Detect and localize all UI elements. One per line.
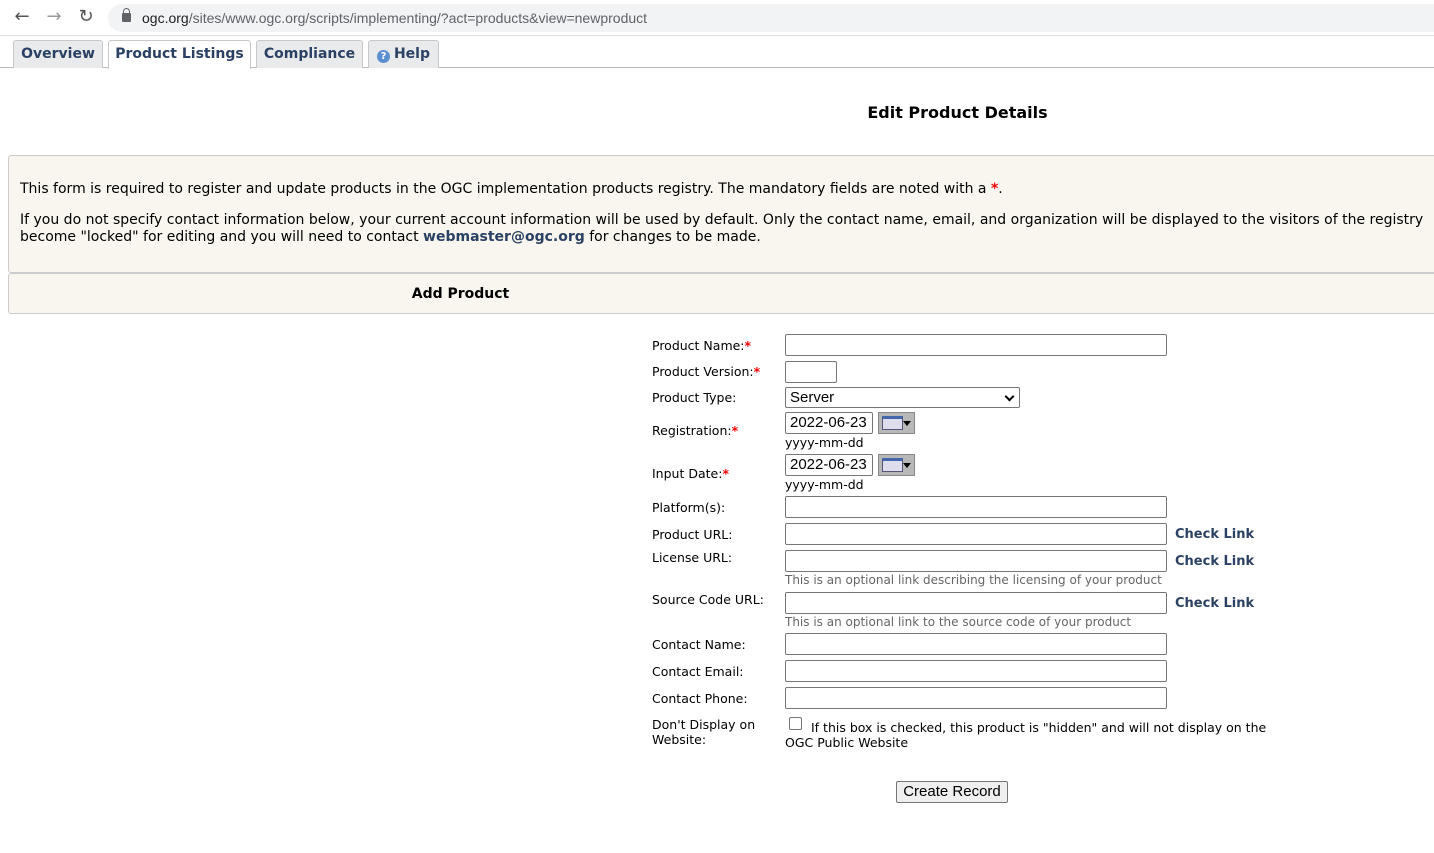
help-icon: ? (376, 50, 390, 63)
dont-display-label: Don't Display on Website: (652, 717, 756, 747)
tab-help[interactable]: ? Help (368, 40, 439, 68)
product-version-input[interactable] (785, 361, 837, 383)
lock-icon (122, 8, 131, 22)
product-type-select[interactable]: Server (785, 387, 1020, 408)
contact-phone-input[interactable] (785, 687, 1167, 709)
contact-name-input[interactable] (785, 633, 1167, 655)
check-link-product-url[interactable]: Check Link (1175, 527, 1254, 542)
tab-product-listings[interactable]: Product Listings (108, 40, 251, 69)
registration-format-hint: yyyy-mm-dd (785, 435, 864, 450)
calendar-icon[interactable] (878, 454, 915, 476)
info-text: This form is required to register and up… (20, 181, 991, 197)
create-record-button[interactable]: Create Record (896, 781, 1008, 803)
source-code-url-label: Source Code URL: (652, 592, 764, 607)
url-path: /sites/www.ogc.org/scripts/implementing/… (188, 10, 648, 26)
url-host: ogc.org (142, 10, 189, 26)
webmaster-email-link[interactable]: webmaster@ogc.org (423, 229, 585, 245)
input-date-label: Input Date:* (652, 466, 729, 481)
source-code-url-hint: This is an optional link to the source c… (785, 615, 1132, 629)
tab-compliance[interactable]: Compliance (256, 40, 363, 68)
contact-phone-label: Contact Phone: (652, 691, 748, 706)
input-date-input[interactable]: 2022-06-23 (785, 454, 873, 476)
reload-icon[interactable]: ↻ (76, 7, 96, 27)
contact-email-input[interactable] (785, 660, 1167, 682)
forward-icon[interactable]: → (44, 7, 64, 27)
product-url-input[interactable] (785, 523, 1167, 545)
info-panel: This form is required to register and up… (8, 155, 1434, 273)
input-date-format-hint: yyyy-mm-dd (785, 477, 864, 492)
license-url-hint: This is an optional link describing the … (785, 573, 1162, 587)
address-bar[interactable]: ogc.org/sites/www.ogc.org/scripts/implem… (108, 4, 1434, 32)
info-line-2: If you do not specify contact informatio… (20, 212, 1424, 228)
tab-overview[interactable]: Overview (13, 40, 103, 68)
info-text-end: . (998, 181, 1003, 197)
license-url-label: License URL: (652, 550, 733, 565)
calendar-icon[interactable] (878, 412, 915, 434)
registration-label: Registration:* (652, 423, 739, 438)
info-text: for changes to be made. (584, 229, 761, 245)
page-title: Edit Product Details (867, 103, 1048, 122)
tab-help-label: Help (393, 46, 431, 62)
product-url-label: Product URL: (652, 527, 733, 542)
product-version-label: Product Version:* (652, 364, 761, 379)
contact-email-label: Contact Email: (652, 664, 744, 679)
product-type-label: Product Type: (652, 390, 737, 405)
registration-date-input[interactable]: 2022-06-23 (785, 412, 873, 434)
browser-toolbar: ← → ↻ ogc.org/sites/www.ogc.org/scripts/… (0, 0, 1434, 36)
info-text: become "locked" for editing and you will… (20, 229, 424, 245)
source-code-url-input[interactable] (785, 592, 1167, 614)
info-line-1: This form is required to register and up… (20, 181, 1434, 198)
product-name-label: Product Name:* (652, 338, 752, 353)
info-line-3: become "locked" for editing and you will… (20, 229, 1434, 246)
license-url-input[interactable] (785, 550, 1167, 572)
check-link-source-url[interactable]: Check Link (1175, 596, 1254, 611)
product-name-input[interactable] (785, 334, 1167, 356)
platforms-input[interactable] (785, 496, 1167, 518)
check-link-license-url[interactable]: Check Link (1175, 554, 1254, 569)
contact-name-label: Contact Name: (652, 637, 746, 652)
platforms-label: Platform(s): (652, 500, 726, 515)
section-title: Add Product (8, 273, 1434, 314)
back-icon[interactable]: ← (12, 7, 32, 27)
tab-bar: Overview Product Listings Compliance ? He… (0, 40, 1434, 69)
dont-display-description: If this box is checked, this product is … (785, 720, 1267, 750)
